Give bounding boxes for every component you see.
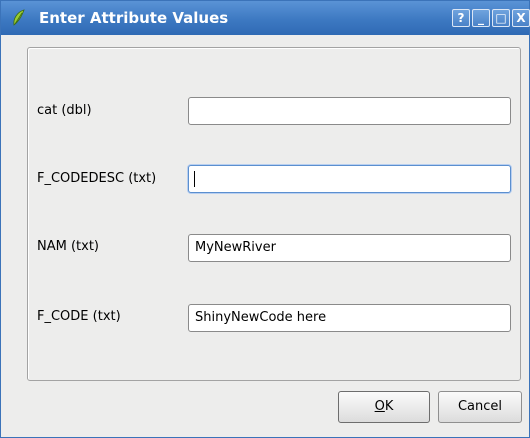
field-label-f-codedesc: F_CODEDESC (txt): [37, 171, 157, 186]
ok-button[interactable]: OK: [338, 391, 430, 423]
field-label-cat: cat (dbl): [37, 103, 92, 118]
ok-label: K: [384, 399, 394, 414]
field-label-nam: NAM (txt): [37, 239, 99, 254]
attribute-dialog: Enter Attribute Values ? _ □ X cat (dbl)…: [0, 0, 530, 438]
minimize-button[interactable]: _: [472, 9, 490, 27]
ok-mnemonic: O: [374, 399, 385, 414]
help-button[interactable]: ?: [452, 9, 470, 27]
maximize-button[interactable]: □: [492, 9, 510, 27]
cancel-button[interactable]: Cancel: [438, 391, 522, 423]
text-cursor: [194, 170, 195, 187]
cat-input[interactable]: [188, 97, 511, 125]
field-label-f-code: F_CODE (txt): [37, 309, 121, 324]
nam-input[interactable]: MyNewRiver: [188, 234, 511, 262]
qgis-logo-icon: [13, 9, 25, 26]
title-bar[interactable]: Enter Attribute Values ? _ □ X: [1, 1, 530, 35]
f-code-input[interactable]: ShinyNewCode here: [188, 304, 511, 332]
window-title: Enter Attribute Values: [39, 9, 229, 27]
close-button[interactable]: X: [512, 9, 530, 27]
f-codedesc-input[interactable]: [188, 165, 511, 193]
